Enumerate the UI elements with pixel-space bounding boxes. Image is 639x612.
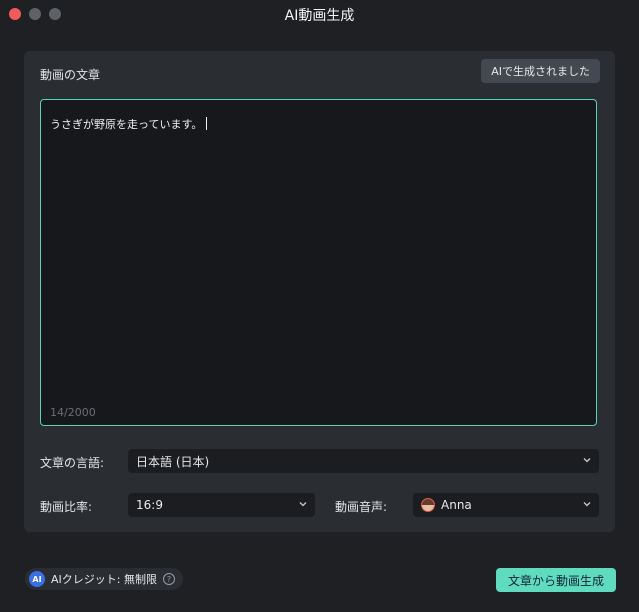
generate-video-button[interactable]: 文章から動画生成 <box>496 568 616 592</box>
chevron-down-icon <box>583 502 591 507</box>
language-select[interactable]: 日本語 (日本) <box>128 449 599 473</box>
script-section-label: 動画の文章 <box>40 68 101 82</box>
voice-avatar <box>421 498 435 512</box>
maximize-window-button[interactable] <box>49 8 61 20</box>
text-caret <box>206 117 208 130</box>
help-icon[interactable]: ? <box>162 573 175 585</box>
title-bar: AI動画生成 <box>0 0 639 30</box>
voice-value: Anna <box>441 498 472 512</box>
script-textarea[interactable]: うさぎが野原を走っています。 14/2000 <box>40 99 597 426</box>
chevron-down-icon <box>583 458 591 463</box>
aspect-ratio-label: 動画比率: <box>40 500 93 514</box>
voice-label: 動画音声: <box>335 500 388 514</box>
aspect-ratio-value: 16:9 <box>136 498 163 512</box>
minimize-window-button[interactable] <box>29 8 41 20</box>
script-panel: 動画の文章 AIで生成されました うさぎが野原を走っています。 14/2000 … <box>24 51 615 532</box>
chevron-down-icon <box>299 502 307 507</box>
close-window-button[interactable] <box>9 8 21 20</box>
ai-generated-button[interactable]: AIで生成されました <box>481 59 600 83</box>
window-title: AI動画生成 <box>284 8 355 24</box>
window-controls <box>9 8 61 20</box>
language-value: 日本語 (日本) <box>136 454 210 469</box>
script-content: うさぎが野原を走っています。 <box>50 118 203 131</box>
ai-credit-icon: AI <box>29 571 45 587</box>
voice-select[interactable]: Anna <box>413 493 599 517</box>
script-text: うさぎが野原を走っています。 <box>50 116 208 132</box>
language-label: 文章の言語: <box>40 456 105 470</box>
ai-video-dialog: AI動画生成 動画の文章 AIで生成されました うさぎが野原を走っています。 1… <box>0 0 639 612</box>
ai-credit-text: AIクレジット: 無制限 <box>51 573 157 586</box>
ai-credit-badge: AI AIクレジット: 無制限 ? <box>25 568 183 590</box>
character-counter: 14/2000 <box>50 406 96 419</box>
aspect-ratio-select[interactable]: 16:9 <box>128 493 315 517</box>
